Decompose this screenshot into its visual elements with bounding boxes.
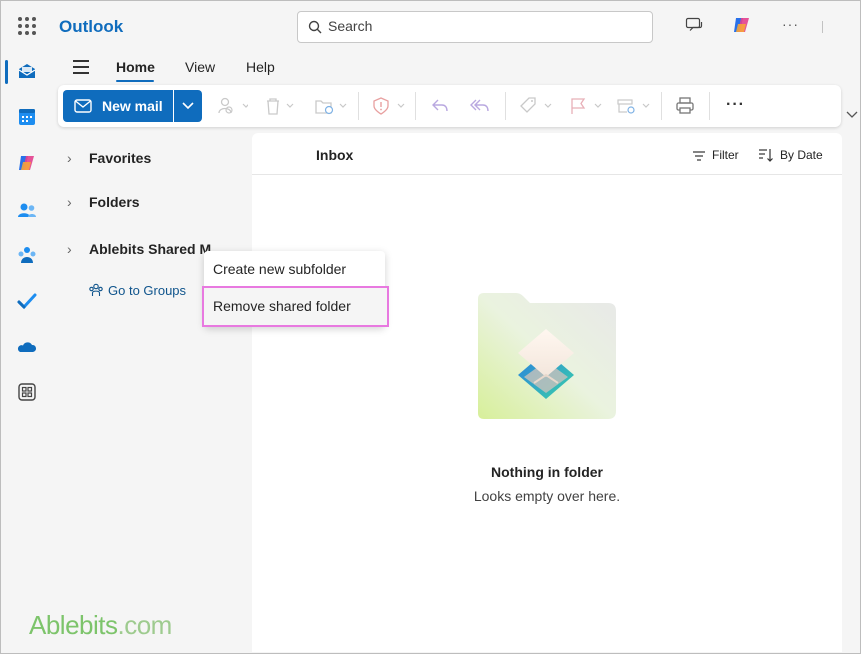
nav-favorites[interactable]: › Favorites xyxy=(67,150,151,166)
new-mail-dropdown-button[interactable] xyxy=(174,90,202,122)
feedback-icon[interactable] xyxy=(685,16,703,34)
sort-label: By Date xyxy=(780,148,823,162)
menu-item-create-subfolder[interactable]: Create new subfolder xyxy=(204,251,385,287)
folder-title: Inbox xyxy=(316,147,354,163)
reply-all-icon[interactable] xyxy=(468,96,492,116)
tab-view[interactable]: View xyxy=(185,59,215,75)
reply-icon[interactable] xyxy=(430,96,450,116)
calendar-app-icon[interactable] xyxy=(16,106,38,128)
chevron-right-icon: › xyxy=(67,150,72,166)
filter-button[interactable]: Filter xyxy=(692,148,739,162)
more-options-icon[interactable]: ··· xyxy=(782,16,799,32)
ribbon-separator xyxy=(415,92,416,120)
context-menu: Create new subfolder Remove shared folde… xyxy=(202,251,389,327)
nav-shared-mailbox[interactable]: › Ablebits Shared M xyxy=(67,241,211,257)
active-indicator xyxy=(5,60,8,84)
move-to-folder-icon[interactable] xyxy=(314,96,350,116)
copilot-icon[interactable] xyxy=(732,15,752,35)
message-list-header: Inbox Filter By Date xyxy=(252,133,842,175)
groups-app-icon[interactable] xyxy=(16,244,38,266)
rules-icon[interactable] xyxy=(616,96,652,116)
mail-icon xyxy=(74,99,92,113)
groups-icon xyxy=(89,283,103,296)
people-app-icon[interactable] xyxy=(16,199,38,221)
chevron-down-icon xyxy=(182,102,194,110)
ribbon-more-button[interactable]: ··· xyxy=(726,96,745,114)
app-launcher-icon[interactable] xyxy=(18,17,36,35)
chevron-right-icon: › xyxy=(67,241,72,257)
hamburger-menu-icon[interactable] xyxy=(73,60,89,74)
empty-folder-illustration xyxy=(478,293,616,419)
tab-help[interactable]: Help xyxy=(246,59,275,75)
search-box[interactable] xyxy=(297,11,653,43)
active-tab-underline xyxy=(116,80,154,82)
new-mail-label: New mail xyxy=(102,98,163,114)
sweep-icon[interactable] xyxy=(216,96,248,116)
watermark-logo: Ablebits.com xyxy=(29,610,172,641)
message-list-pane: Inbox Filter By Date Nothing in folder L… xyxy=(252,133,842,652)
filter-label: Filter xyxy=(712,148,739,162)
report-icon[interactable] xyxy=(371,96,407,116)
sort-icon xyxy=(759,149,773,162)
filter-icon xyxy=(693,151,705,161)
app-title[interactable]: Outlook xyxy=(59,17,123,37)
more-apps-icon[interactable] xyxy=(16,381,38,403)
print-icon[interactable] xyxy=(675,96,695,116)
top-bar: Outlook ··· xyxy=(2,2,859,50)
ribbon-separator xyxy=(505,92,506,120)
empty-state-subtitle: Looks empty over here. xyxy=(473,488,621,504)
expand-ribbon-icon[interactable] xyxy=(846,111,858,119)
app-window: Outlook ··· Home View Help New mail xyxy=(0,0,861,654)
copilot-app-icon[interactable] xyxy=(16,152,38,174)
go-to-groups-link[interactable]: Go to Groups xyxy=(88,282,186,298)
ribbon-separator xyxy=(709,92,710,120)
ribbon-separator xyxy=(661,92,662,120)
tag-icon[interactable] xyxy=(518,96,554,116)
new-mail-button[interactable]: New mail xyxy=(63,90,173,122)
search-input[interactable] xyxy=(328,18,628,34)
onedrive-app-icon[interactable] xyxy=(16,336,38,358)
divider xyxy=(822,21,823,33)
ribbon-separator xyxy=(358,92,359,120)
app-rail xyxy=(2,50,50,652)
go-to-groups-label: Go to Groups xyxy=(108,283,187,298)
tab-home[interactable]: Home xyxy=(116,59,155,75)
ribbon-toolbar: New mail ··· xyxy=(58,85,841,127)
menu-item-remove-shared-folder[interactable]: Remove shared folder xyxy=(202,286,389,327)
delete-icon[interactable] xyxy=(263,96,297,116)
todo-app-icon[interactable] xyxy=(16,290,38,312)
flag-icon[interactable] xyxy=(568,96,604,116)
empty-state-title: Nothing in folder xyxy=(491,464,603,480)
search-icon xyxy=(308,20,322,34)
nav-folders[interactable]: › Folders xyxy=(67,194,140,210)
sort-button[interactable]: By Date xyxy=(758,148,823,162)
mail-app-icon[interactable] xyxy=(16,61,38,83)
watermark-text: Ablebits xyxy=(29,610,118,640)
watermark-suffix: .com xyxy=(117,610,173,640)
chevron-right-icon: › xyxy=(67,194,72,210)
